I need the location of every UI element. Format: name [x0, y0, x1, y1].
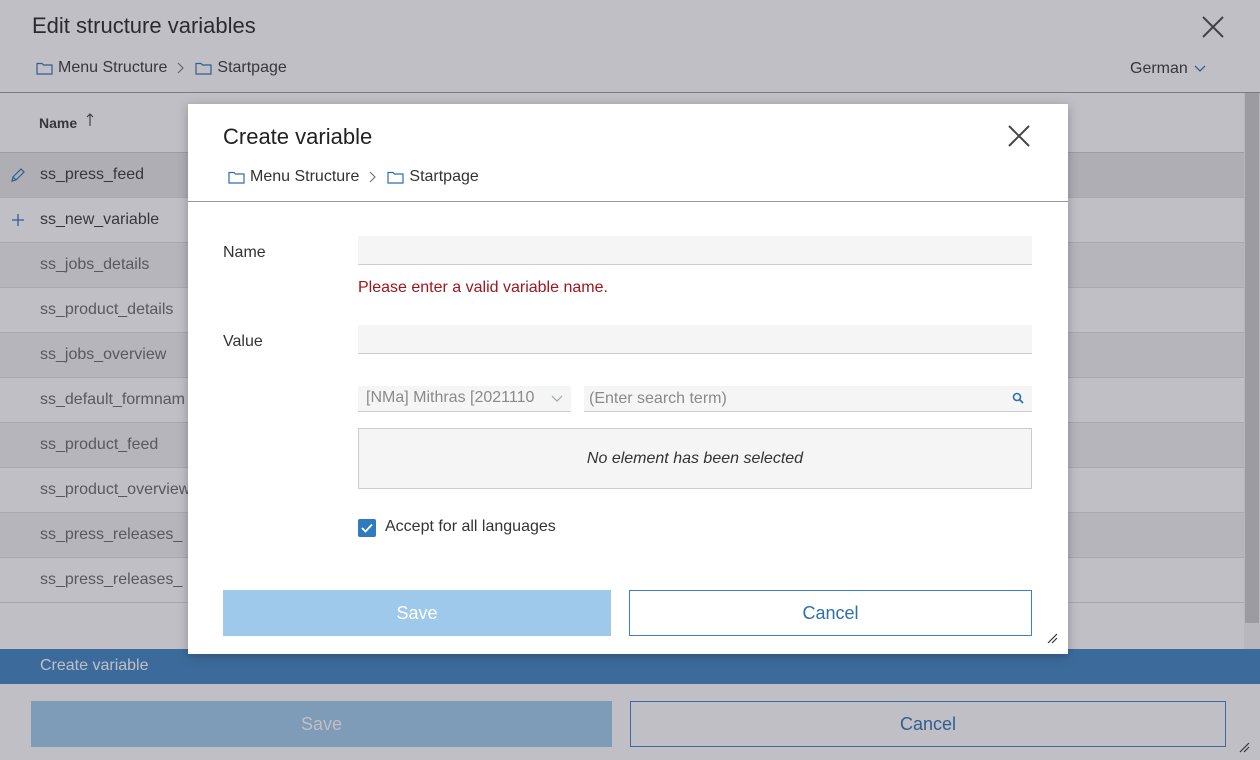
- divider: [188, 201, 1068, 202]
- chevron-down-icon: [551, 395, 563, 402]
- name-error-message: Please enter a valid variable name.: [358, 279, 608, 296]
- folder-icon: [228, 171, 245, 184]
- chevron-right-icon: [369, 171, 377, 183]
- name-input[interactable]: [358, 236, 1032, 265]
- accept-all-languages-checkbox[interactable]: [358, 519, 376, 537]
- folder-icon: [387, 171, 404, 184]
- value-input[interactable]: [358, 325, 1032, 354]
- cancel-button[interactable]: Cancel: [629, 590, 1032, 636]
- project-select[interactable]: [NMa] Mithras [2021110: [358, 386, 571, 412]
- search-input[interactable]: [584, 386, 1032, 412]
- save-button[interactable]: Save: [223, 590, 611, 636]
- breadcrumb-item[interactable]: Startpage: [409, 168, 478, 186]
- dialog-title: Create variable: [223, 124, 373, 149]
- value-label: Value: [223, 333, 263, 350]
- name-label: Name: [223, 244, 266, 261]
- no-selection-text: No element has been selected: [586, 449, 804, 467]
- close-icon[interactable]: [1006, 123, 1032, 149]
- project-select-value: [NMa] Mithras [2021110: [366, 389, 535, 406]
- resize-handle-icon[interactable]: [1046, 632, 1058, 644]
- search-icon[interactable]: [1012, 392, 1024, 404]
- checkmark-icon: [361, 523, 373, 533]
- breadcrumb: Menu Structure Startpage: [228, 168, 479, 186]
- breadcrumb-item[interactable]: Menu Structure: [250, 168, 359, 186]
- selected-element-box: No element has been selected: [358, 428, 1032, 489]
- accept-all-languages-label[interactable]: Accept for all languages: [385, 518, 556, 536]
- create-variable-dialog: Create variable Menu Structure Startpage…: [188, 104, 1068, 654]
